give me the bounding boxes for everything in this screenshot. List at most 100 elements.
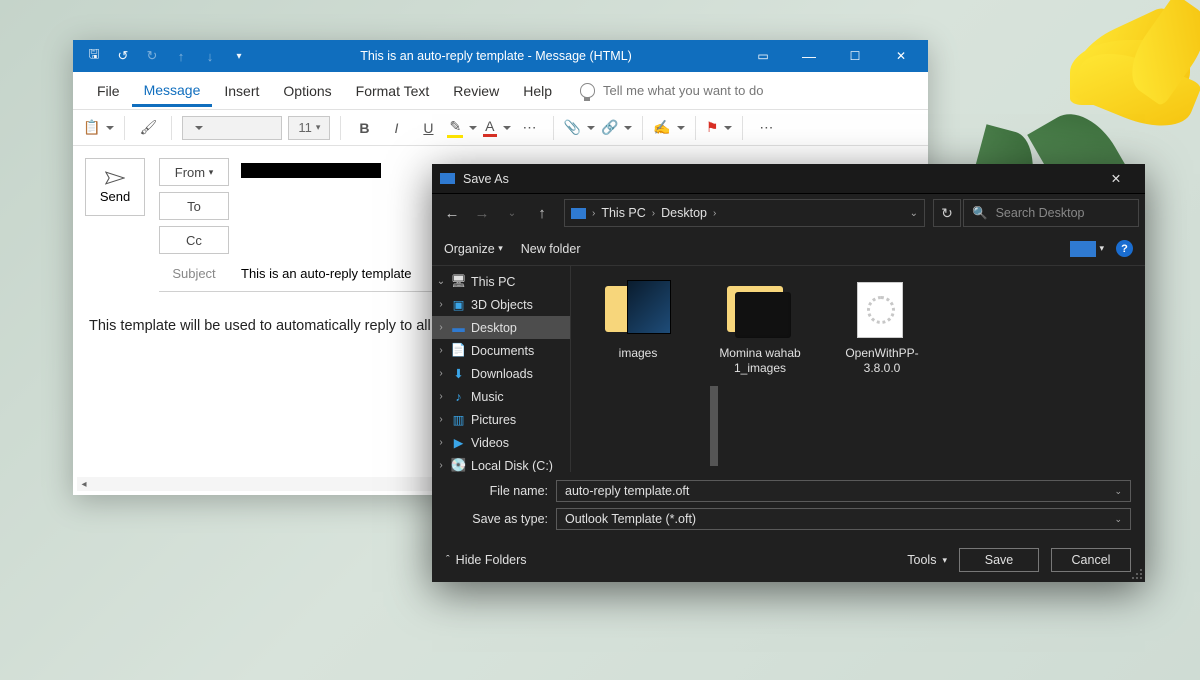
address-bar[interactable]: › This PC › Desktop › ⌄ [564, 199, 925, 227]
dialog-footer: ˆ Hide Folders Tools▾ Save Cancel [432, 536, 1145, 582]
save-as-titlebar: Save As ✕ [432, 164, 1145, 194]
send-icon [105, 171, 125, 185]
tell-me-search[interactable]: Tell me what you want to do [580, 83, 763, 98]
address-dropdown-icon[interactable]: ⌄ [910, 208, 918, 219]
tree-documents[interactable]: ›📄Documents [432, 339, 570, 362]
chevron-down-icon[interactable]: ⌄ [1114, 486, 1122, 497]
hide-folders-toggle[interactable]: ˆ Hide Folders [446, 553, 527, 567]
nav-up-button[interactable]: ↑ [528, 199, 556, 227]
cancel-button[interactable]: Cancel [1051, 548, 1131, 572]
tab-review[interactable]: Review [441, 75, 511, 106]
tree-scrollbar-thumb[interactable] [710, 386, 718, 466]
documents-icon: 📄 [451, 345, 466, 357]
tree-videos[interactable]: ›▶Videos [432, 431, 570, 454]
qat-prev-icon[interactable]: ↑ [168, 44, 194, 68]
file-name-input[interactable]: auto-reply template.oft⌄ [556, 480, 1131, 502]
nav-back-button[interactable]: ← [438, 199, 466, 227]
tab-message[interactable]: Message [132, 74, 213, 107]
font-family-selector[interactable] [182, 116, 282, 140]
tools-dropdown[interactable]: Tools▾ [907, 553, 947, 567]
follow-up-flag-button[interactable]: ⚑ [706, 115, 733, 141]
signature-button[interactable]: ✍ [653, 115, 684, 141]
qat-redo-icon[interactable]: ↻ [139, 44, 165, 68]
qat-next-icon[interactable]: ↓ [197, 44, 223, 68]
new-folder-button[interactable]: New folder [521, 242, 581, 256]
tree-this-pc[interactable]: ⌄🖥This PC [432, 270, 570, 293]
dialog-icon [440, 173, 455, 184]
ribbon-overflow-button[interactable]: ⋯ [753, 115, 779, 141]
item-label: images [619, 346, 658, 361]
search-placeholder: Search Desktop [996, 206, 1085, 220]
link-button[interactable]: 🔗 [601, 115, 632, 141]
minimize-button[interactable]: — [786, 40, 832, 72]
send-button[interactable]: Send [85, 158, 145, 216]
crumb-this-pc[interactable]: This PC [601, 206, 645, 220]
subject-input[interactable]: This is an auto-reply template [241, 266, 412, 281]
bold-button[interactable]: B [351, 115, 377, 141]
pictures-icon: ▥ [451, 414, 466, 426]
organize-button[interactable]: Organize ▾ [444, 242, 503, 256]
window-title: This is an auto-reply template - Message… [252, 49, 740, 63]
qat-save-icon[interactable]: 🖫 [81, 44, 107, 68]
more-formatting-button[interactable]: ⋯ [517, 115, 543, 141]
font-size-selector[interactable]: 11▾ [288, 116, 330, 140]
from-button[interactable]: From ▾ [159, 158, 229, 186]
pc-icon [571, 208, 586, 219]
qat-customize-icon[interactable]: ▾ [226, 44, 252, 68]
attach-file-button[interactable]: 📎 [564, 115, 595, 141]
nav-forward-button[interactable]: → [468, 199, 496, 227]
maximize-button[interactable]: ☐ [832, 40, 878, 72]
resize-grip[interactable] [1131, 568, 1142, 579]
search-icon: 🔍 [972, 206, 988, 221]
save-fields: File name: auto-reply template.oft⌄ Save… [432, 472, 1145, 536]
chevron-down-icon[interactable]: ⌄ [1114, 514, 1122, 525]
tab-help[interactable]: Help [511, 75, 564, 106]
ribbon-display-options-icon[interactable]: ▭ [740, 40, 786, 72]
item-label: OpenWithPP-3.8.0.0 [835, 346, 929, 376]
cc-button[interactable]: Cc [159, 226, 229, 254]
paste-button[interactable]: 📋 [83, 115, 114, 141]
chevron-up-icon: ˆ [446, 554, 450, 566]
cube-icon: ▣ [451, 299, 466, 311]
qat-undo-icon[interactable]: ↺ [110, 44, 136, 68]
tab-format-text[interactable]: Format Text [344, 75, 442, 106]
italic-button[interactable]: I [383, 115, 409, 141]
nav-bar: ← → ⌄ ↑ › This PC › Desktop › ⌄ ↻ 🔍 Sear… [432, 194, 1145, 232]
tree-pictures[interactable]: ›▥Pictures [432, 408, 570, 431]
tab-insert[interactable]: Insert [212, 75, 271, 106]
tab-file[interactable]: File [85, 75, 132, 106]
ribbon-tabs: File Message Insert Options Format Text … [73, 72, 928, 110]
tab-options[interactable]: Options [271, 75, 343, 106]
view-mode-button[interactable]: ▾ [1070, 241, 1104, 257]
item-openwithpp[interactable]: OpenWithPP-3.8.0.0 [835, 280, 929, 376]
save-button[interactable]: Save [959, 548, 1039, 572]
nav-recent-button[interactable]: ⌄ [498, 199, 526, 227]
tree-local-disk[interactable]: ›💽Local Disk (C:) [432, 454, 570, 472]
tree-desktop[interactable]: ›▬Desktop [432, 316, 570, 339]
format-painter-button[interactable]: 🖌 [135, 115, 161, 141]
tree-downloads[interactable]: ›⬇Downloads [432, 362, 570, 385]
underline-button[interactable]: U [415, 115, 441, 141]
scroll-left-icon[interactable]: ◂ [77, 477, 91, 491]
search-box[interactable]: 🔍 Search Desktop [963, 199, 1139, 227]
tree-music[interactable]: ›♪Music [432, 385, 570, 408]
folder-contents[interactable]: images Momina wahab 1_images OpenWithPP-… [571, 266, 1145, 472]
to-button[interactable]: To [159, 192, 229, 220]
help-button[interactable]: ? [1116, 240, 1133, 257]
dialog-title: Save As [463, 172, 509, 186]
item-momina[interactable]: Momina wahab 1_images [713, 280, 807, 376]
highlight-button[interactable]: ✎ [447, 115, 477, 141]
item-images[interactable]: images [591, 280, 685, 361]
tree-3d-objects[interactable]: ›▣3D Objects [432, 293, 570, 316]
save-type-select[interactable]: Outlook Template (*.oft)⌄ [556, 508, 1131, 530]
save-as-dialog: Save As ✕ ← → ⌄ ↑ › This PC › Desktop › … [432, 164, 1145, 582]
refresh-button[interactable]: ↻ [933, 199, 961, 227]
crumb-desktop[interactable]: Desktop [661, 206, 707, 220]
from-value [241, 163, 381, 181]
close-button[interactable]: ✕ [878, 40, 924, 72]
subject-label: Subject [159, 266, 229, 281]
font-color-button[interactable]: A [483, 115, 510, 141]
outlook-titlebar: 🖫 ↺ ↻ ↑ ↓ ▾ This is an auto-reply templa… [73, 40, 928, 72]
dialog-close-button[interactable]: ✕ [1095, 164, 1137, 194]
dialog-toolbar: Organize ▾ New folder ▾ ? [432, 232, 1145, 266]
